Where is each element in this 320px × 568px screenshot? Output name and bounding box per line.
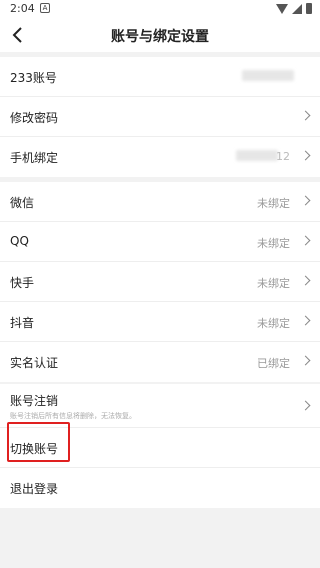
cancel-account-hint: 账号注销后所有信息将删除，无法恢复。	[10, 412, 136, 420]
status-icons	[276, 3, 312, 14]
cancel-account-label: 账号注销	[10, 394, 59, 408]
binding-status: 未绑定	[257, 197, 290, 210]
change-password-row[interactable]: 修改密码	[0, 97, 320, 137]
phone-binding-label: 手机绑定	[10, 151, 59, 165]
logout-row[interactable]: 退出登录	[0, 468, 320, 508]
status-bar: 2:04 A	[0, 0, 320, 18]
battery-icon	[306, 3, 312, 14]
binding-row-kuaishou[interactable]: 快手 未绑定	[0, 262, 320, 302]
page-title: 账号与绑定设置	[111, 29, 209, 45]
title-bar: 账号与绑定设置	[0, 18, 320, 52]
binding-label: QQ	[10, 234, 29, 248]
chevron-right-icon	[300, 110, 311, 121]
binding-row-wechat[interactable]: 微信 未绑定	[0, 182, 320, 222]
binding-status: 未绑定	[257, 317, 290, 330]
binding-status: 未绑定	[257, 237, 290, 250]
masked-account-id	[242, 70, 294, 81]
chevron-right-icon	[300, 315, 311, 326]
chevron-right-icon	[300, 195, 311, 206]
chevron-right-icon	[300, 400, 311, 411]
chevron-right-icon	[300, 355, 311, 366]
account-id-row: 233账号	[0, 57, 320, 97]
bindings-group: 微信 未绑定 QQ 未绑定 快手 未绑定 抖音 未绑定 实名认证 已绑定	[0, 182, 320, 382]
signal-icon	[292, 3, 302, 14]
binding-label: 实名认证	[10, 356, 59, 370]
masked-phone	[236, 150, 278, 161]
account-id-label: 233账号	[10, 71, 57, 85]
change-password-label: 修改密码	[10, 111, 59, 125]
binding-status: 未绑定	[257, 277, 290, 290]
phone-binding-row[interactable]: 手机绑定 12	[0, 137, 320, 177]
binding-label: 抖音	[10, 316, 35, 330]
binding-label: 快手	[10, 276, 35, 290]
binding-row-realname[interactable]: 实名认证 已绑定	[0, 342, 320, 382]
chevron-right-icon	[300, 150, 311, 161]
logout-label: 退出登录	[10, 482, 59, 496]
account-group: 233账号 修改密码 手机绑定 12	[0, 57, 320, 177]
highlight-box	[7, 422, 70, 462]
chevron-right-icon	[300, 275, 311, 286]
binding-status: 已绑定	[257, 357, 290, 370]
binding-row-douyin[interactable]: 抖音 未绑定	[0, 302, 320, 342]
chevron-right-icon	[300, 235, 311, 246]
phone-suffix: 12	[276, 150, 290, 163]
status-time: 2:04	[10, 2, 35, 15]
notification-icon: A	[40, 3, 50, 13]
wifi-icon	[276, 3, 288, 14]
binding-label: 微信	[10, 196, 35, 210]
binding-row-qq[interactable]: QQ 未绑定	[0, 222, 320, 262]
